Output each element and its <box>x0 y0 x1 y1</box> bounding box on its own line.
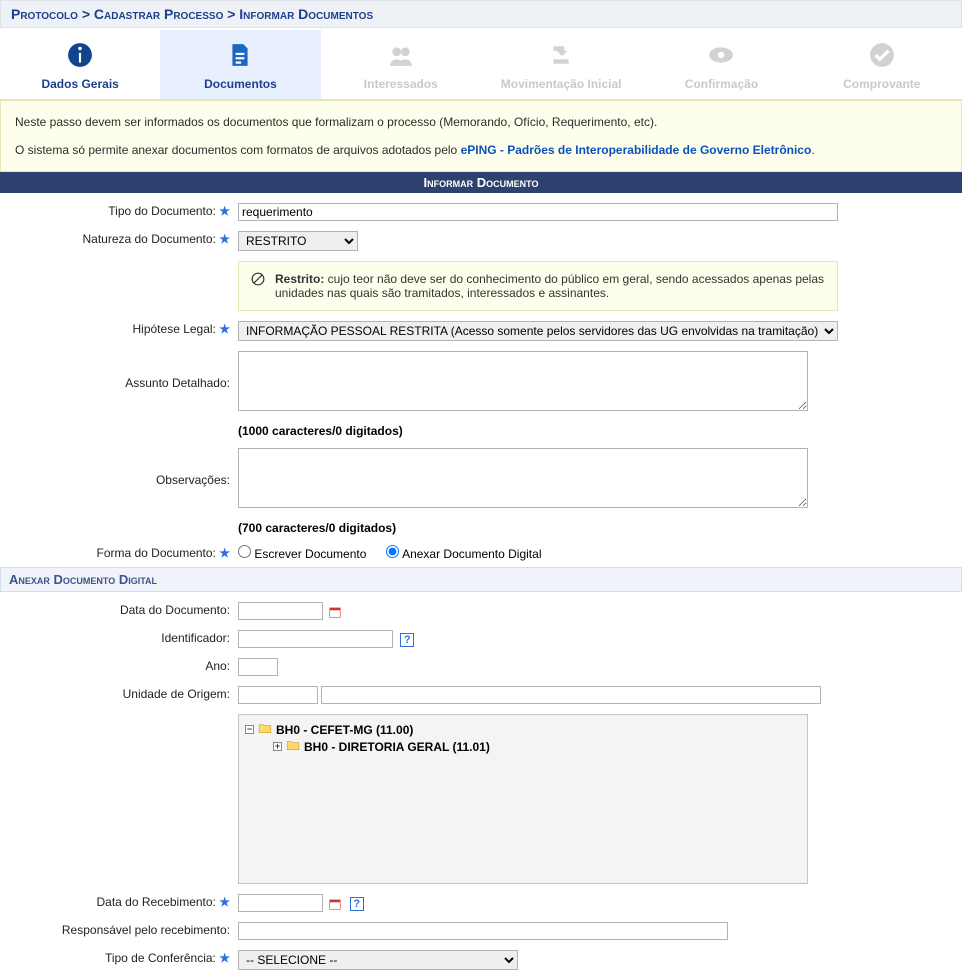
obs-counter: (700 caracteres/0 digitados) <box>234 517 960 539</box>
help-icon[interactable]: ? <box>400 633 414 647</box>
intro-line1: Neste passo devem ser informados os docu… <box>15 115 947 129</box>
natureza-select[interactable]: RESTRITO <box>238 231 358 251</box>
assunto-label: Assunto Detalhado: <box>125 376 230 390</box>
forma-anexar-option[interactable]: Anexar Documento Digital <box>386 547 541 561</box>
tree-node-diretoria[interactable]: + BH0 - DIRETORIA GERAL (11.01) <box>273 738 801 755</box>
info-icon <box>67 42 93 68</box>
share-icon <box>548 42 574 68</box>
people-icon <box>388 42 414 68</box>
hipotese-label: Hipótese Legal: <box>133 322 216 336</box>
ano-input[interactable] <box>238 658 278 676</box>
ano-label: Ano: <box>205 659 230 673</box>
section-informar-documento: Informar Documento <box>0 172 962 193</box>
tab-comprovante[interactable]: Comprovante <box>802 30 962 99</box>
identificador-input[interactable] <box>238 630 393 648</box>
tab-label: Comprovante <box>802 77 962 91</box>
obs-textarea[interactable] <box>238 448 808 508</box>
intro-line2: O sistema só permite anexar documentos c… <box>15 143 947 157</box>
eping-link[interactable]: ePING - Padrões de Interoperabilidade de… <box>461 143 812 157</box>
tipo-conferencia-select[interactable]: -- SELECIONE -- <box>238 950 518 970</box>
tab-documentos[interactable]: Documentos <box>160 30 320 99</box>
unidade-origem-codigo-input[interactable] <box>238 686 318 704</box>
unidade-origem-nome-input[interactable] <box>321 686 821 704</box>
document-icon <box>227 42 253 68</box>
forma-label: Forma do Documento: <box>97 546 216 560</box>
tipo-conf-label: Tipo de Conferência: <box>105 951 216 965</box>
identificador-label: Identificador: <box>161 631 230 645</box>
responsavel-input[interactable] <box>238 922 728 940</box>
folder-icon <box>286 739 300 754</box>
data-recebimento-input[interactable] <box>238 894 323 912</box>
data-doc-label: Data do Documento: <box>120 603 230 617</box>
tab-dados-gerais[interactable]: Dados Gerais <box>0 30 160 99</box>
data-documento-input[interactable] <box>238 602 323 620</box>
wizard-tabs: Dados Gerais Documentos Interessados Mov… <box>0 30 962 100</box>
help-icon[interactable]: ? <box>350 897 364 911</box>
tipo-documento-label: Tipo do Documento: <box>108 204 216 218</box>
tab-label: Confirmação <box>641 77 801 91</box>
expand-icon[interactable]: + <box>273 742 282 751</box>
tab-label: Interessados <box>321 77 481 91</box>
prohibition-icon <box>251 272 265 300</box>
calendar-icon[interactable] <box>328 605 342 619</box>
check-circle-icon <box>869 42 895 68</box>
unidade-tree[interactable]: − BH0 - CEFET-MG (11.00) + BH0 - DIRETOR… <box>238 714 808 884</box>
forma-escrever-option[interactable]: Escrever Documento <box>238 547 366 561</box>
tab-movimentacao[interactable]: Movimentação Inicial <box>481 30 641 99</box>
data-receb-label: Data do Recebimento: <box>96 895 215 909</box>
breadcrumb: Protocolo > Cadastrar Processo > Informa… <box>0 0 962 28</box>
tab-confirmacao[interactable]: Confirmação <box>641 30 801 99</box>
assunto-counter: (1000 caracteres/0 digitados) <box>234 420 960 442</box>
restrito-info-box: Restrito: cujo teor não deve ser do conh… <box>238 261 838 311</box>
unidade-origem-label: Unidade de Origem: <box>123 687 230 701</box>
tree-node-cefet[interactable]: − BH0 - CEFET-MG (11.00) <box>245 721 801 738</box>
tab-label: Documentos <box>160 77 320 91</box>
calendar-icon[interactable] <box>328 897 342 911</box>
tipo-documento-input[interactable] <box>238 203 838 221</box>
obs-label: Observações: <box>156 473 230 487</box>
tab-interessados[interactable]: Interessados <box>321 30 481 99</box>
natureza-label: Natureza do Documento: <box>82 232 215 246</box>
section-anexar: Anexar Documento Digital <box>0 567 962 592</box>
folder-open-icon <box>258 722 272 737</box>
hipotese-select[interactable]: INFORMAÇÃO PESSOAL RESTRITA (Acesso some… <box>238 321 838 341</box>
eye-icon <box>708 42 734 68</box>
assunto-textarea[interactable] <box>238 351 808 411</box>
tab-label: Movimentação Inicial <box>481 77 641 91</box>
collapse-icon[interactable]: − <box>245 725 254 734</box>
tab-label: Dados Gerais <box>0 77 160 91</box>
responsavel-label: Responsável pelo recebimento: <box>62 923 230 937</box>
intro-box: Neste passo devem ser informados os docu… <box>0 100 962 172</box>
